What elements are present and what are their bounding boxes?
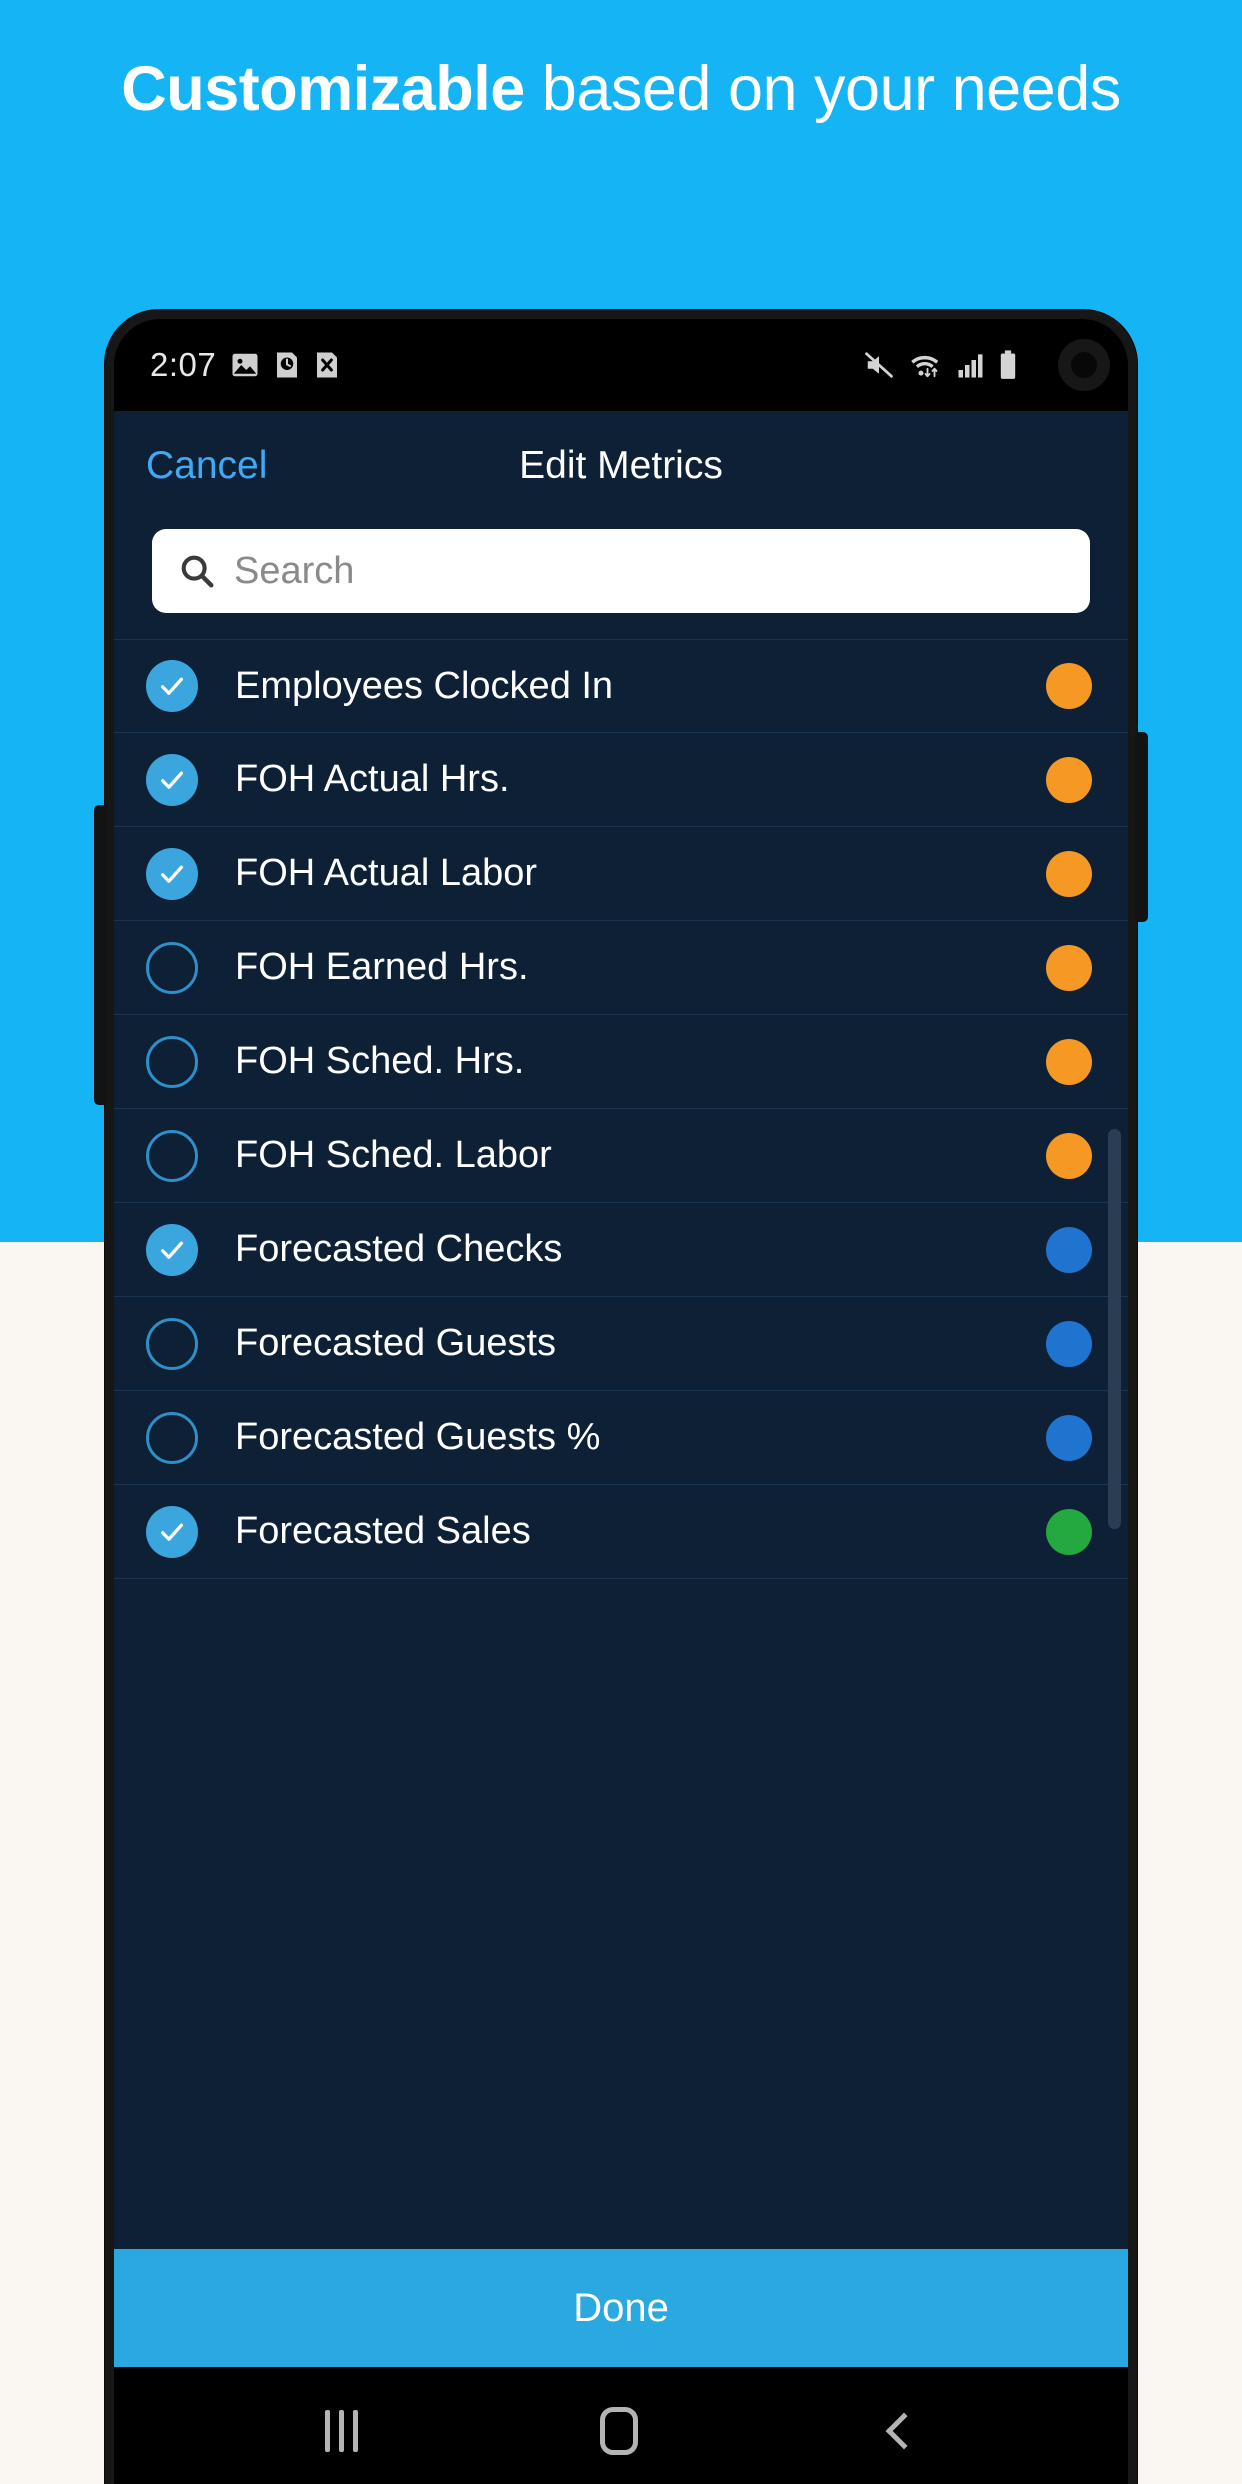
metric-row[interactable]: FOH Sched. Labor	[114, 1109, 1128, 1203]
clock-icon	[277, 352, 298, 378]
promo-headline-bold: Customizable	[121, 54, 525, 124]
checkbox-checked-icon[interactable]	[146, 847, 198, 900]
metric-color-dot	[1046, 850, 1092, 897]
home-icon[interactable]	[600, 2407, 639, 2455]
metric-label: Forecasted Checks	[235, 1228, 563, 1270]
checkbox-checked-icon[interactable]	[146, 1223, 198, 1276]
checkbox-unchecked-icon[interactable]	[146, 1411, 198, 1464]
metric-color-dot	[1046, 1226, 1092, 1273]
search-placeholder: Search	[234, 549, 355, 592]
cancel-button[interactable]: Cancel	[146, 444, 267, 488]
metric-label: FOH Sched. Hrs.	[235, 1040, 525, 1082]
checkbox-unchecked-icon[interactable]	[146, 1129, 198, 1182]
metric-row[interactable]: Forecasted Checks	[114, 1203, 1128, 1297]
metric-label: FOH Actual Hrs.	[235, 758, 510, 800]
metric-label: Forecasted Guests %	[235, 1416, 601, 1458]
status-bar-clock: 2:07	[150, 346, 217, 383]
signal-icon	[958, 354, 983, 378]
checkbox-checked-icon[interactable]	[146, 660, 198, 712]
metric-color-dot	[1046, 1508, 1092, 1555]
front-camera-punch-hole	[1058, 339, 1110, 391]
battery-icon	[1000, 350, 1016, 379]
power-button[interactable]	[1135, 732, 1148, 922]
metric-color-dot	[1046, 944, 1092, 991]
search-input[interactable]: Search	[152, 529, 1090, 613]
metric-color-dot	[1046, 1414, 1092, 1461]
checkbox-checked-icon[interactable]	[146, 1505, 198, 1558]
phone-screen: 2:07 Cancel Edit Metrics Search Employee…	[114, 319, 1128, 2484]
done-button[interactable]: Done	[114, 2249, 1128, 2367]
back-icon[interactable]	[885, 2412, 923, 2450]
mute-icon	[865, 352, 893, 378]
list-scrollbar[interactable]	[1108, 1129, 1121, 1529]
search-container: Search	[114, 521, 1128, 639]
metric-label: FOH Earned Hrs.	[235, 946, 529, 988]
x-document-icon	[317, 352, 338, 378]
metric-color-dot	[1046, 1038, 1092, 1085]
metric-color-dot	[1046, 663, 1092, 709]
checkbox-unchecked-icon[interactable]	[146, 1035, 198, 1088]
metric-label: Forecasted Sales	[235, 1510, 531, 1552]
metric-list[interactable]: Employees Clocked In FOH Actual Hrs. FOH A…	[114, 639, 1128, 2249]
status-bar-right	[862, 339, 1110, 391]
recents-icon[interactable]	[325, 2410, 359, 2452]
checkbox-unchecked-icon[interactable]	[146, 941, 198, 994]
metric-label: Forecasted Guests	[235, 1322, 557, 1364]
metric-color-dot	[1046, 1132, 1092, 1179]
promo-headline-rest: based on your needs	[524, 54, 1121, 124]
status-bar-left: 2:07	[150, 346, 340, 384]
volume-button[interactable]	[94, 805, 107, 1105]
search-icon	[181, 555, 214, 588]
app-header: Cancel Edit Metrics	[114, 411, 1128, 521]
checkbox-unchecked-icon[interactable]	[146, 1317, 198, 1370]
metric-row[interactable]: Forecasted Sales	[114, 1485, 1128, 1579]
android-navigation-bar	[114, 2367, 1128, 2484]
wifi-icon	[911, 355, 939, 378]
metric-row[interactable]: Forecasted Guests %	[114, 1391, 1128, 1485]
metric-label: Employees Clocked In	[235, 664, 614, 707]
phone-device-frame: 2:07 Cancel Edit Metrics Search Employee…	[94, 310, 1148, 2484]
metric-row[interactable]: FOH Earned Hrs.	[114, 921, 1128, 1015]
metric-row[interactable]: FOH Actual Labor	[114, 827, 1128, 921]
metric-row[interactable]: FOH Actual Hrs.	[114, 733, 1128, 827]
metric-label: FOH Sched. Labor	[235, 1134, 552, 1176]
metric-color-dot	[1046, 756, 1092, 803]
metric-row[interactable]: Employees Clocked In	[114, 639, 1128, 733]
metric-row[interactable]: Forecasted Guests	[114, 1297, 1128, 1391]
status-bar: 2:07	[114, 319, 1128, 411]
checkbox-checked-icon[interactable]	[146, 753, 198, 806]
metric-color-dot	[1046, 1320, 1092, 1367]
image-icon	[232, 353, 258, 377]
promo-headline: Customizable based on your needs	[50, 56, 1192, 122]
metric-row[interactable]: FOH Sched. Hrs.	[114, 1015, 1128, 1109]
metric-label: FOH Actual Labor	[235, 852, 538, 894]
